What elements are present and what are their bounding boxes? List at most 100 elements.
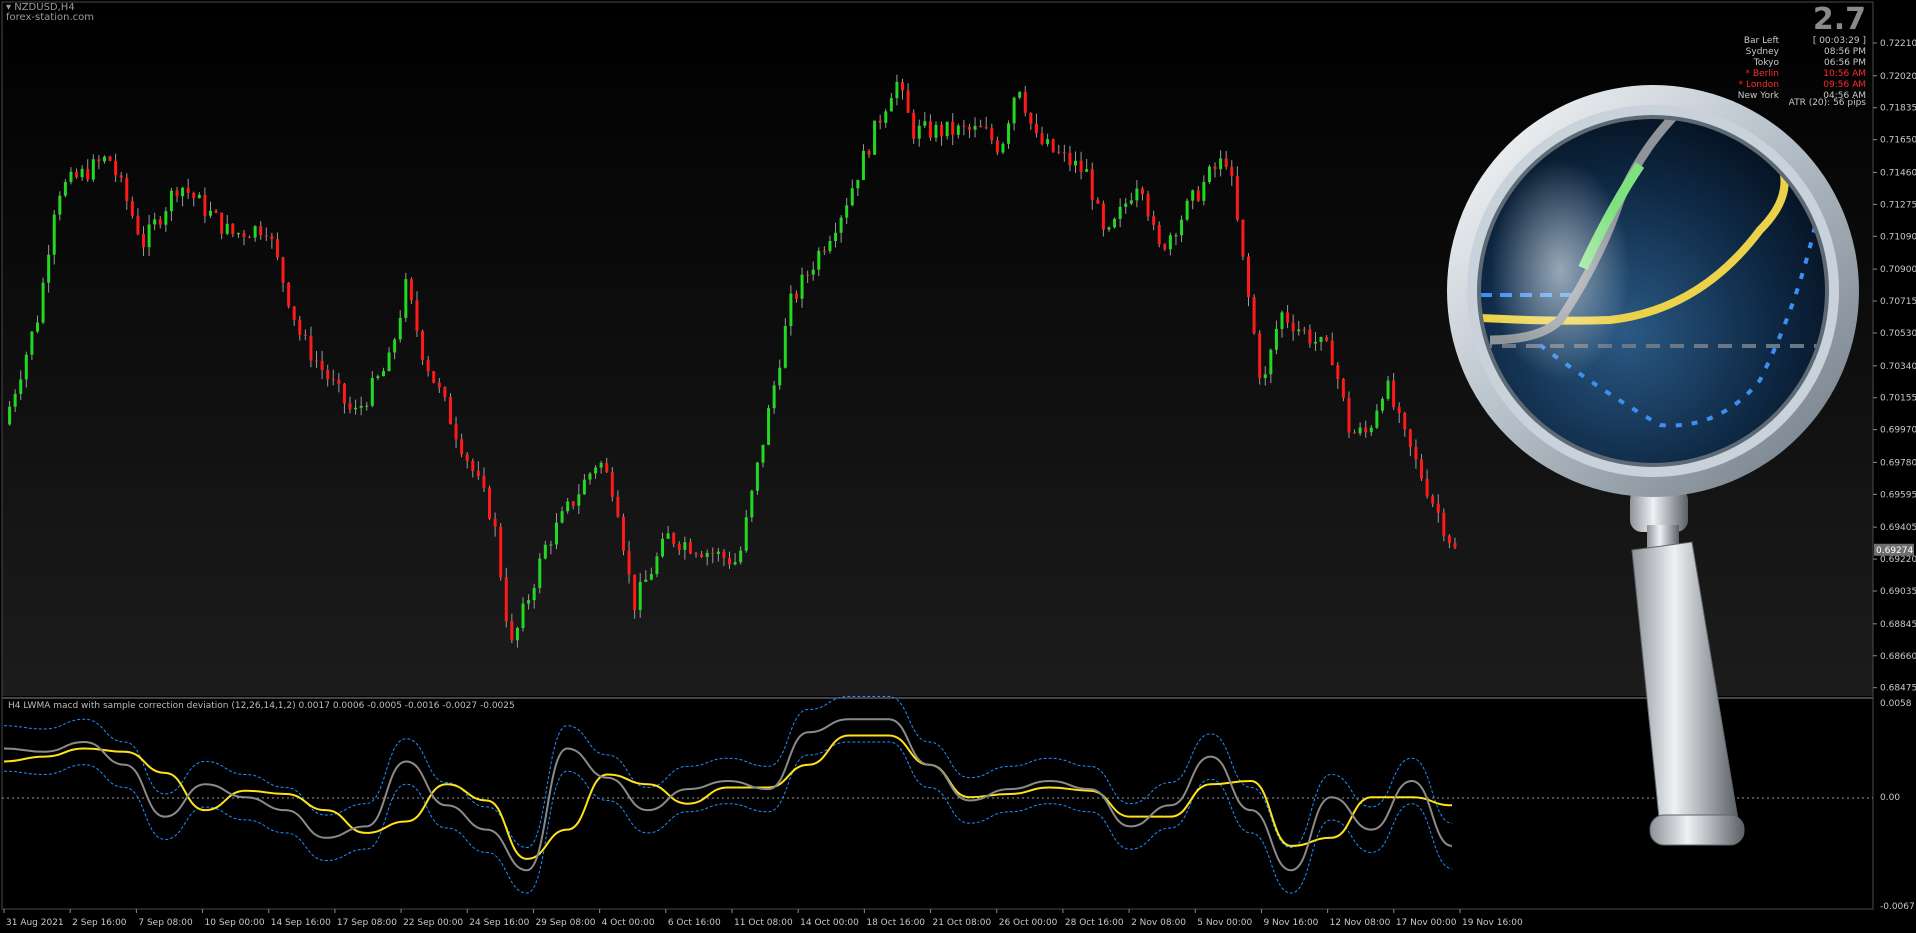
indicator-title: H4 LWMA macd with sample correction devi… — [8, 701, 515, 711]
candle-body — [409, 279, 413, 301]
candle-body — [694, 553, 698, 555]
candle-body — [181, 187, 185, 197]
candle-body — [940, 124, 944, 137]
candle-body — [912, 112, 916, 139]
chart-canvas[interactable]: 0.72210 0.72020 0.71835 0.71650 0.71460 0.712… — [0, 0, 1916, 933]
indicator-tick-label: 0.00 — [1880, 793, 1900, 803]
price-tick-label: 0.71090 — [1880, 232, 1916, 242]
candle-body — [967, 126, 971, 130]
price-tick-label: 0.68845 — [1880, 620, 1916, 630]
candle-body — [1185, 200, 1189, 220]
candle-body — [242, 233, 246, 238]
candle-body — [1001, 143, 1005, 153]
candle-body — [1062, 152, 1066, 154]
candle-body — [906, 90, 910, 113]
time-tick-label: 17 Nov 00:00 — [1396, 918, 1457, 928]
candle-body — [917, 125, 921, 139]
time-tick-label: 12 Nov 08:00 — [1330, 918, 1391, 928]
candle-body — [1196, 190, 1200, 201]
candle-body — [24, 354, 28, 380]
indicator-axis: 0.0058 0.00 -0.0067 — [1880, 699, 1915, 912]
candle-body — [454, 424, 458, 440]
price-tick-label: 0.72020 — [1880, 72, 1916, 82]
candle-body — [52, 214, 56, 255]
candle-body — [69, 171, 73, 182]
candle-body — [683, 542, 687, 550]
candle-body — [231, 223, 235, 235]
candle-body — [460, 439, 464, 455]
candle-body — [1392, 380, 1396, 408]
candle-body — [97, 159, 101, 162]
candle-body — [621, 516, 625, 551]
time-tick-label: 28 Oct 16:00 — [1065, 918, 1124, 928]
candle-body — [1308, 329, 1312, 344]
candle-body — [861, 150, 865, 180]
session-name: Sydney — [1745, 47, 1779, 57]
candle-body — [331, 379, 335, 381]
candle-body — [471, 460, 475, 471]
candle-body — [114, 160, 118, 176]
price-tick-label: 0.70715 — [1880, 297, 1916, 307]
candle-body — [688, 542, 692, 554]
candle-body — [582, 479, 586, 495]
candle-body — [577, 494, 581, 506]
candle-body — [638, 581, 642, 611]
candle-body — [1012, 97, 1016, 124]
time-tick-label: 22 Sep 00:00 — [403, 918, 463, 928]
atr-readout: ATR (20): 56 pips — [1788, 98, 1866, 108]
candle-body — [248, 237, 252, 239]
candle-body — [102, 156, 106, 162]
candle-body — [633, 574, 637, 611]
candle-body — [192, 192, 196, 199]
candle-body — [1213, 166, 1217, 170]
candle-body — [236, 233, 240, 235]
candle-body — [700, 554, 704, 557]
session-row: * Berlin 10:56 AM — [1716, 69, 1866, 80]
candle-body — [1442, 512, 1446, 536]
candle-body — [142, 234, 146, 248]
candle-body — [594, 467, 598, 474]
candle-body — [320, 360, 324, 370]
price-tick-label: 0.69780 — [1880, 458, 1916, 468]
candle-body — [1274, 328, 1278, 350]
candle-body — [19, 379, 23, 394]
candle-body — [354, 407, 358, 410]
candle-body — [822, 250, 826, 252]
candle-body — [404, 279, 408, 318]
candle-body — [990, 128, 994, 141]
candle-body — [627, 550, 631, 575]
candle-body — [1174, 235, 1178, 237]
candle-body — [755, 462, 759, 491]
candle-body — [1291, 322, 1295, 332]
candle-body — [834, 232, 838, 242]
candle-body — [705, 552, 709, 557]
current-price-marker: 0.69274 — [1874, 543, 1914, 556]
price-tick-label: 0.69970 — [1880, 426, 1916, 436]
candle-body — [979, 125, 983, 128]
candle-body — [510, 621, 514, 641]
session-time: 09:56 AM — [1823, 80, 1866, 90]
candle-body — [1023, 91, 1027, 113]
candle-body — [761, 444, 765, 463]
candle-body — [789, 293, 793, 327]
candle-body — [778, 367, 782, 386]
candle-body — [716, 551, 720, 554]
candle-body — [1302, 329, 1306, 331]
candle-body — [443, 387, 447, 398]
candle-body — [923, 121, 927, 126]
candle-body — [928, 121, 932, 138]
candle-body — [728, 557, 731, 565]
time-tick-label: 2 Nov 08:00 — [1131, 918, 1186, 928]
candle-body — [566, 501, 570, 512]
candle-body — [783, 326, 787, 368]
candle-body — [1325, 336, 1329, 341]
candle-body — [1140, 188, 1144, 195]
candle-body — [1353, 432, 1357, 434]
candle-body — [381, 371, 385, 377]
session-time: [ 00:03:29 ] — [1812, 36, 1866, 46]
candle-body — [292, 306, 296, 320]
candle-body — [398, 317, 402, 340]
candle-body — [30, 331, 34, 355]
candle-body — [527, 600, 531, 604]
watermark-text: forex-station.com — [6, 12, 94, 23]
